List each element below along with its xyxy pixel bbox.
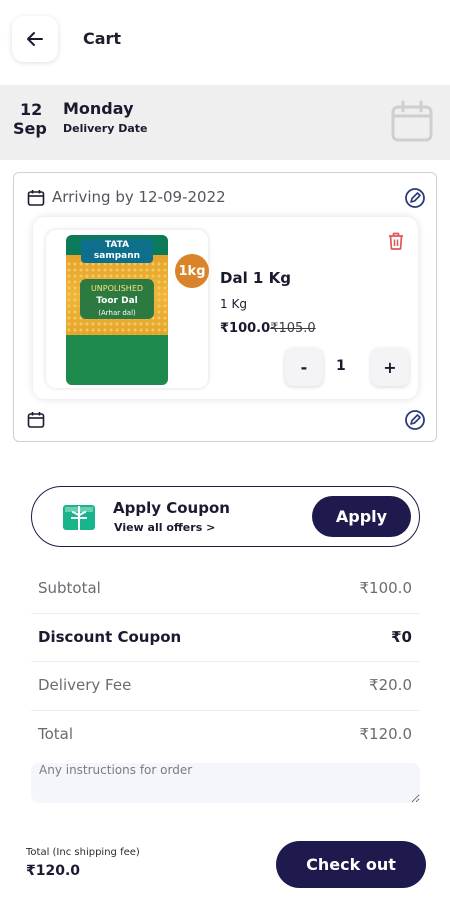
quantity-value: 1 — [336, 358, 346, 374]
summary-value: ₹20.0 — [369, 676, 412, 694]
edit-icon[interactable] — [404, 187, 426, 209]
calendar-icon — [27, 190, 45, 206]
footer-total-amount: ₹120.0 — [26, 863, 81, 879]
summary-value: ₹0 — [391, 627, 412, 646]
edit-icon[interactable] — [404, 409, 426, 431]
summary-value: ₹100.0 — [359, 579, 413, 597]
sale-price: ₹100.0 — [220, 321, 271, 336]
calendar-icon[interactable] — [27, 411, 45, 429]
arrival-date-text: Arriving by 12-09-2022 — [52, 188, 226, 206]
product-image-frame: TATA sampann UNPOLISHED Toor Dal (Arhar … — [46, 230, 209, 388]
checkout-button[interactable]: Check out — [276, 841, 426, 888]
decrease-quantity-button[interactable]: - — [285, 348, 323, 386]
coupon-ticket-icon — [63, 505, 95, 530]
order-card: Arriving by 12-09-2022 TATA sampann UNPO… — [13, 172, 437, 442]
back-button[interactable] — [12, 16, 58, 62]
original-price: ₹105.0 — [270, 321, 316, 336]
delivery-day: 12 — [20, 100, 43, 119]
price-summary: Subtotal ₹100.0 Discount Coupon ₹0 Deliv… — [31, 565, 420, 759]
summary-row-subtotal: Subtotal ₹100.0 — [31, 565, 420, 614]
top-bar: Cart — [0, 0, 450, 78]
page-title: Cart — [83, 29, 122, 48]
increase-quantity-button[interactable]: + — [371, 348, 409, 386]
cart-item: TATA sampann UNPOLISHED Toor Dal (Arhar … — [33, 217, 418, 399]
delivery-weekday: Monday — [63, 99, 134, 118]
summary-row-delivery-fee: Delivery Fee ₹20.0 — [31, 662, 420, 711]
pack-size-badge: 1kg — [175, 254, 209, 288]
delivery-month: Sep — [13, 119, 47, 138]
product-image: TATA sampann UNPOLISHED Toor Dal (Arhar … — [66, 235, 168, 385]
summary-value: ₹120.0 — [359, 724, 413, 743]
item-weight: 1 Kg — [220, 297, 247, 311]
summary-label: Delivery Fee — [38, 676, 132, 694]
view-offers-link[interactable]: View all offers > — [114, 521, 215, 534]
order-instructions-input[interactable] — [31, 763, 420, 803]
summary-label: Discount Coupon — [38, 627, 182, 646]
arrow-left-icon — [27, 32, 43, 46]
delivery-date-caption: Delivery Date — [63, 122, 148, 135]
delivery-date-bar[interactable]: 12 Sep Monday Delivery Date — [0, 85, 450, 160]
apply-coupon-button[interactable]: Apply — [312, 496, 411, 537]
calendar-icon[interactable] — [390, 100, 434, 144]
summary-label: Total — [38, 724, 74, 743]
summary-row-discount: Discount Coupon ₹0 — [31, 614, 420, 662]
summary-label: Subtotal — [38, 579, 101, 597]
coupon-title: Apply Coupon — [113, 499, 230, 517]
item-name: Dal 1 Kg — [220, 269, 291, 287]
item-price: ₹100.0₹105.0 — [220, 321, 316, 336]
coupon-bar[interactable]: Apply Coupon View all offers > Apply — [31, 486, 420, 547]
trash-icon[interactable] — [387, 231, 405, 251]
footer-total-caption: Total (Inc shipping fee) — [26, 847, 140, 858]
summary-row-total: Total ₹120.0 — [31, 711, 420, 760]
